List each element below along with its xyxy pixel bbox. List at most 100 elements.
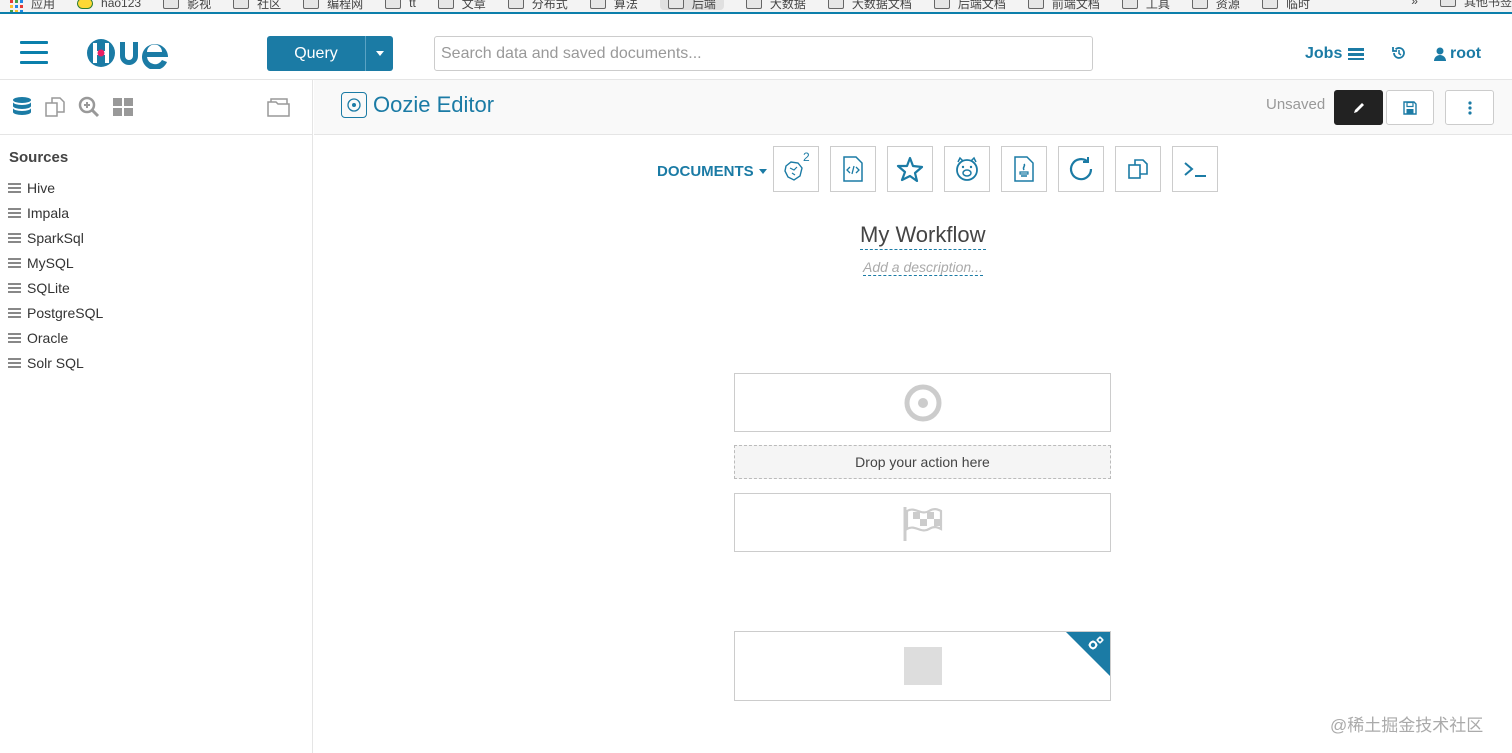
bookmark-folder[interactable]: 资源 [1191,0,1240,11]
shell-action-tool[interactable] [1172,146,1218,192]
source-item-solr-sql[interactable]: Solr SQL [8,350,312,375]
menu-icon[interactable] [20,41,48,65]
page-title: Oozie Editor [341,92,494,118]
source-item-impala[interactable]: Impala [8,200,312,225]
jobs-button[interactable]: Jobs [1305,45,1365,63]
terminal-icon [1184,162,1206,177]
user-menu[interactable]: root [1434,45,1481,63]
zoom-in-icon-graphic [78,96,100,118]
bookmark-folder[interactable]: 大数据 [745,0,806,11]
bookmark-folder[interactable]: 算法 [589,0,638,11]
bookmark-folder[interactable]: 后端文档 [933,0,1006,11]
documents-dropdown[interactable]: DOCUMENTS [657,163,767,180]
folder-icon [507,0,524,9]
folder-icon [437,0,454,9]
workflow-name[interactable]: My Workflow [860,222,986,250]
top-navbar: Query Jobs root [0,27,1512,80]
folder-icon [385,0,402,9]
hue-logo-graphic [87,39,168,70]
bookmark-folder[interactable]: 工具 [1121,0,1170,11]
folder-icon [667,0,684,9]
bookmark-folder[interactable]: 编程网 [303,0,363,11]
user-icon [1434,47,1446,61]
documents-icon[interactable] [44,96,66,123]
folder-open-icon[interactable] [266,96,292,123]
documents-icon-graphic [45,97,65,117]
jobs-list-icon [1348,48,1365,60]
bookmarks-bar: 应用 hao123 影视 社区 编程网 tt 文章 分布式 算法 后端 大数据 … [0,0,1512,14]
kill-placeholder-square [903,647,942,685]
bookmark-folder[interactable]: 分布式 [507,0,568,11]
zoom-in-icon[interactable] [78,96,100,123]
bookmark-folder[interactable]: 文章 [437,0,486,11]
sources-list: Hive Impala SparkSql MySQL SQLite Postgr… [8,175,312,375]
java-file-icon [1014,156,1034,182]
copy-docs-icon [1128,159,1148,179]
edit-button[interactable] [1334,90,1383,125]
bookmark-folder[interactable]: 大数据文档 [827,0,912,11]
floppy-icon [1403,100,1417,115]
history-icon[interactable] [1391,45,1407,66]
start-target-icon [904,384,941,421]
source-item-sqlite[interactable]: SQLite [8,275,312,300]
source-item-hive[interactable]: Hive [8,175,312,200]
source-item-postgresql[interactable]: PostgreSQL [8,300,312,325]
hue-logo[interactable] [84,37,194,70]
end-node[interactable] [734,493,1111,552]
left-panel: Sources Hive Impala SparkSql MySQL SQLit… [0,80,313,753]
history-icon-graphic [1392,47,1405,59]
query-button[interactable]: Query [267,36,365,71]
apps-grid-icon[interactable] [10,0,23,12]
bookmark-folder[interactable]: 影视 [163,0,211,11]
folder-icon [1027,0,1044,9]
bookmark-other[interactable]: 其他书签 [1439,0,1512,9]
bookmark-folder[interactable]: 前端文档 [1027,0,1100,11]
more-options-button[interactable] [1445,90,1494,125]
bookmark-folder[interactable]: 后端 [659,0,724,11]
java-action-tool[interactable] [1001,146,1047,192]
table-icon [8,182,21,193]
search-input[interactable] [434,36,1093,71]
query-button-group: Query [267,36,393,71]
folder-icon [163,0,180,9]
drop-action-zone[interactable]: Drop your action here [734,445,1111,479]
bookmarks-more-button[interactable]: » [1411,0,1418,8]
database-icon[interactable] [11,96,33,123]
database-icon-graphic [13,97,31,115]
grid-icon[interactable] [112,96,134,123]
source-item-oracle[interactable]: Oracle [8,325,312,350]
caret-down-icon [375,51,384,56]
folder-icon [933,0,950,9]
kill-node[interactable] [734,631,1111,701]
source-item-sparksql[interactable]: SparkSql [8,225,312,250]
subworkflow-action-tool[interactable] [1058,146,1104,192]
table-icon [8,257,21,268]
watermark: @稀土掘金技术社区 [1330,716,1484,735]
flag-checkered-icon [903,506,942,541]
folder-icon [1439,0,1456,7]
script-action-tool[interactable] [830,146,876,192]
documents-action-tool[interactable] [1115,146,1161,192]
bookmark-folder[interactable]: 临时 [1261,0,1310,11]
start-node[interactable] [734,373,1111,432]
source-item-mysql[interactable]: MySQL [8,250,312,275]
pig-icon [956,156,978,181]
hive2-action-tool[interactable]: 2 [773,146,819,192]
hao123-icon [77,0,94,9]
pig-action-tool[interactable] [944,146,990,192]
bookmark-folder[interactable]: 社区 [233,0,281,11]
bookmark-folder[interactable]: tt [385,0,416,10]
spark-star-icon [896,156,924,182]
folder-icon [827,0,844,9]
spark-action-tool[interactable] [887,146,933,192]
vertical-dots-icon [1467,100,1472,115]
oozie-icon [341,92,367,118]
save-button[interactable] [1386,90,1434,125]
query-dropdown-toggle[interactable] [365,36,393,71]
workflow-description[interactable]: Add a description... [863,259,983,276]
table-icon [8,332,21,343]
editor-header: Oozie Editor Unsaved [314,80,1512,135]
bookmark-hao123[interactable]: hao123 [77,0,141,10]
bookmark-apps[interactable]: 应用 [31,0,55,11]
table-icon [8,207,21,218]
